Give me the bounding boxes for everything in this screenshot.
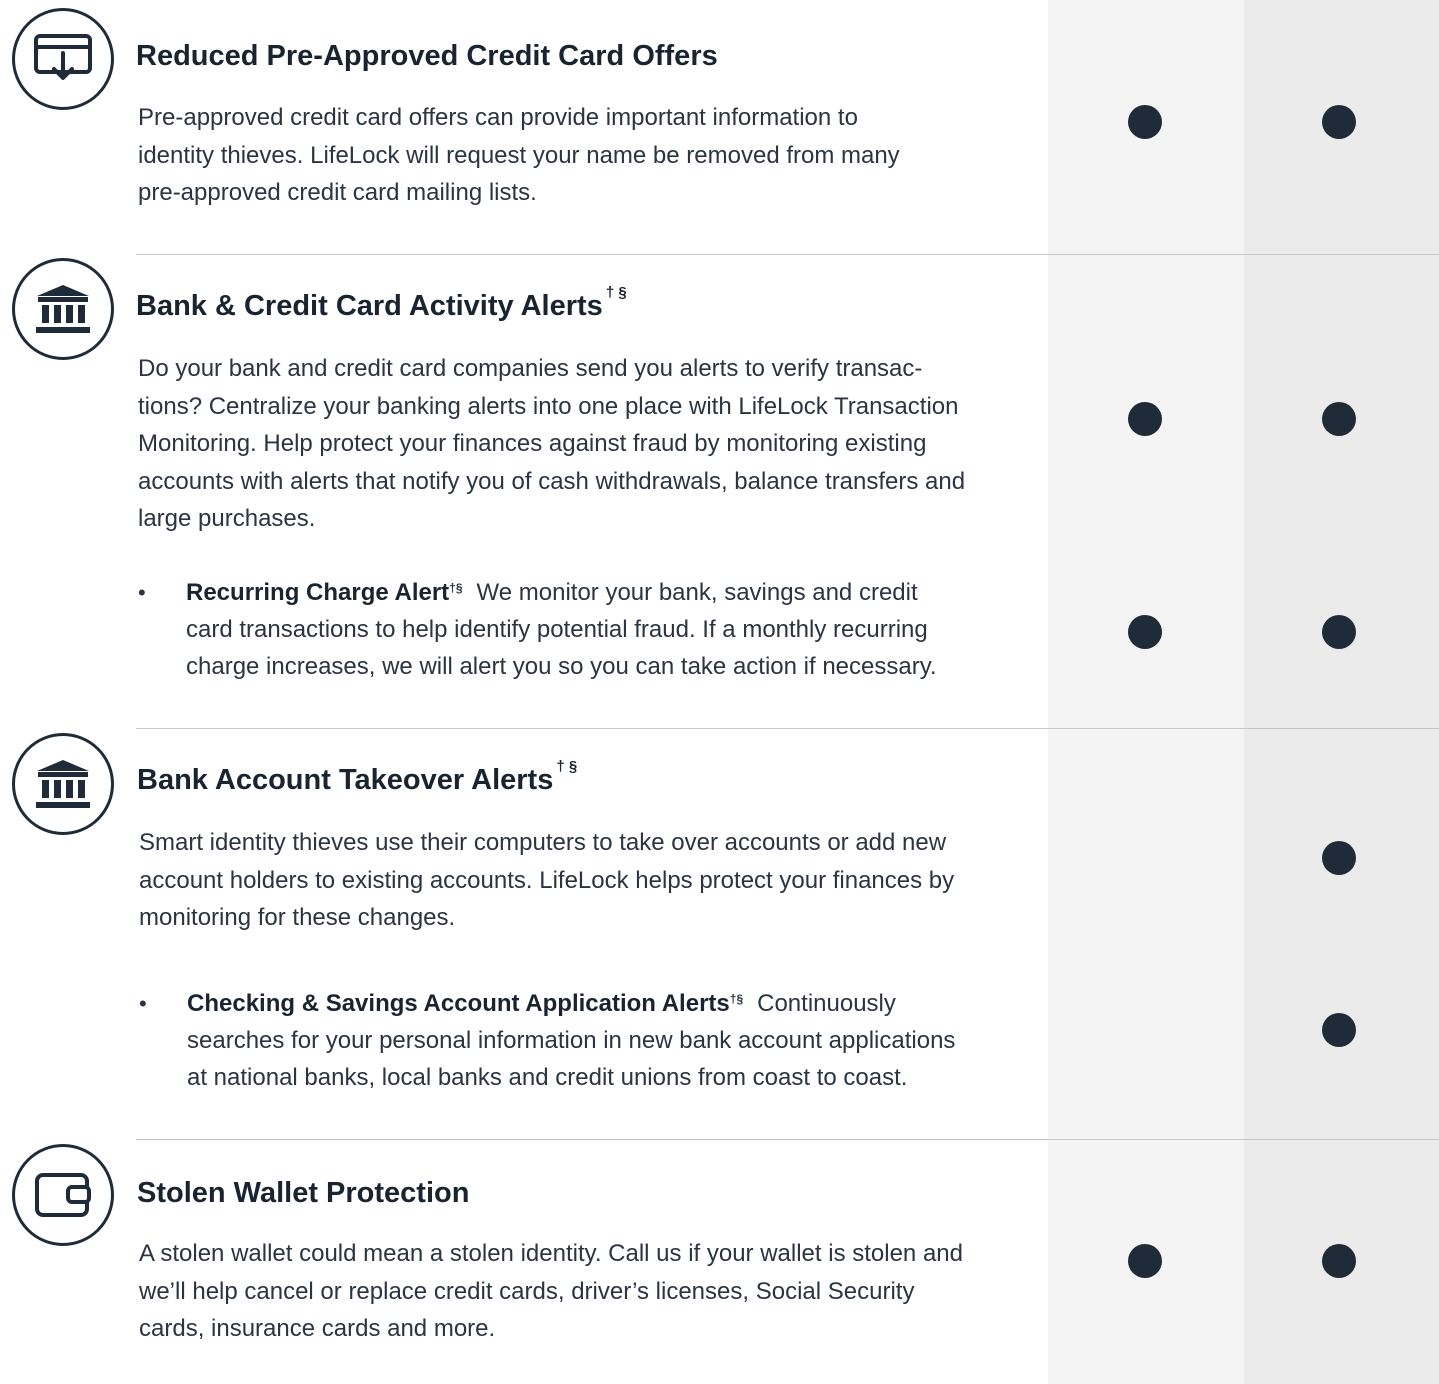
section-title: Stolen Wallet Protection — [137, 1177, 470, 1209]
plan-column-a — [1048, 0, 1244, 1384]
bank-icon — [12, 258, 114, 360]
included-dot — [1128, 615, 1162, 649]
included-dot — [1322, 402, 1356, 436]
wallet-icon — [12, 1144, 114, 1246]
bank-icon — [12, 733, 114, 835]
included-dot — [1128, 1244, 1162, 1278]
included-dot — [1322, 1244, 1356, 1278]
included-dot — [1322, 615, 1356, 649]
section-title: Bank & Credit Card Activity Alerts † § — [136, 284, 627, 322]
included-dot — [1128, 105, 1162, 139]
plan-column-b — [1244, 0, 1439, 1384]
bullet-marker: • — [138, 580, 146, 605]
section-divider — [136, 1139, 1439, 1140]
included-dot — [1128, 402, 1162, 436]
bullet-title: Recurring Charge Alert — [186, 579, 450, 606]
section-description: Pre-approved credit card offers can prov… — [138, 104, 900, 206]
section-title: Bank Account Takeover Alerts † § — [137, 758, 578, 796]
section-description: A stolen wallet could mean a stolen iden… — [139, 1240, 963, 1342]
section-divider — [136, 728, 1439, 729]
included-dot — [1322, 105, 1356, 139]
section-description: Smart identity thieves use their compute… — [139, 829, 955, 931]
bullet-footnote-marks: †§ — [729, 992, 744, 1006]
section-divider — [136, 254, 1439, 255]
credit-card-download-icon — [12, 8, 114, 110]
bullet-footnote-marks: †§ — [449, 581, 463, 595]
bullet-marker: • — [139, 991, 147, 1016]
bullet-title: Checking & Savings Account Application A… — [187, 990, 730, 1017]
section-description: Do your bank and credit card companies s… — [138, 355, 966, 532]
included-dot — [1322, 841, 1356, 875]
included-dot — [1322, 1013, 1356, 1047]
section-title: Reduced Pre-Approved Credit Card Offers — [136, 40, 718, 72]
